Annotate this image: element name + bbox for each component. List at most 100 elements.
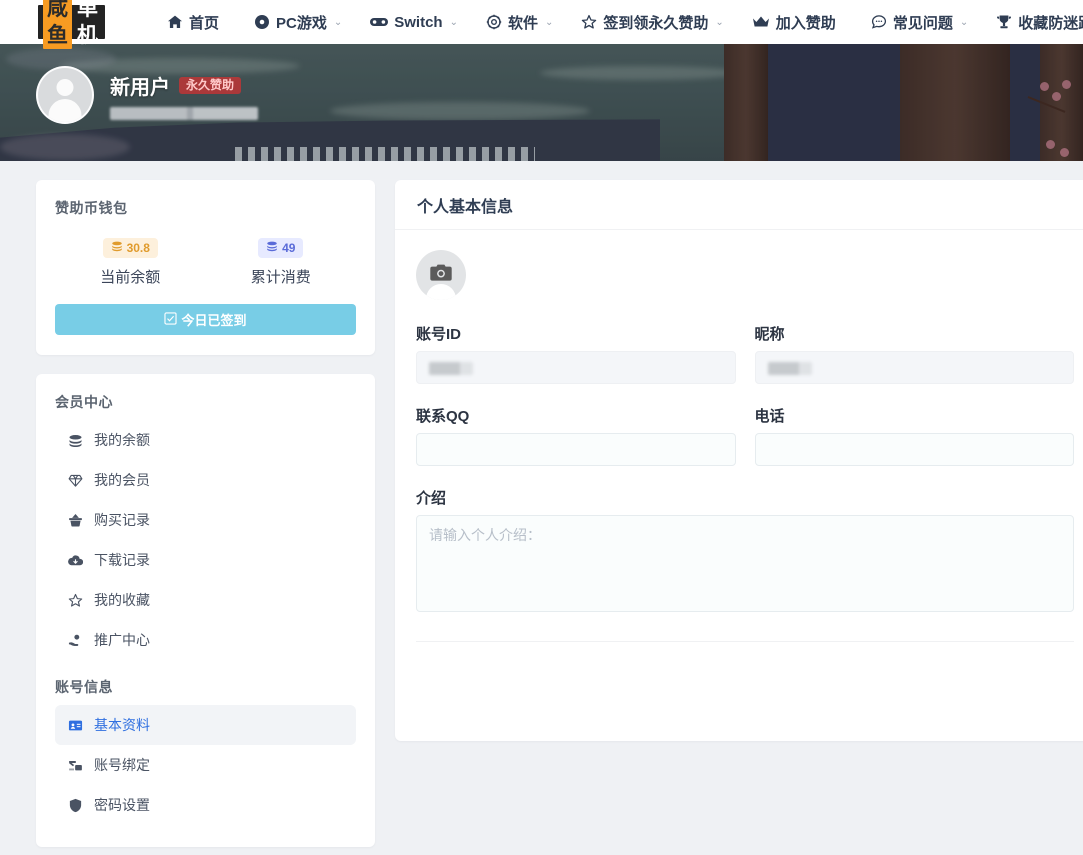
wallet-stats: 30.8 当前余额 49 累计消费 [55, 238, 356, 287]
avatar-upload-button[interactable] [416, 250, 466, 300]
shield-icon [67, 798, 83, 813]
top-navbar: 咸鱼 单机 首页 PC游戏 ⌄ Switch ⌄ 软件 ⌄ 签到领永久赞助 ⌄ … [0, 0, 1083, 49]
nav-label: 加入赞助 [775, 14, 836, 32]
avatar[interactable] [36, 66, 94, 124]
site-logo[interactable]: 咸鱼 单机 [38, 0, 105, 49]
panel-title: 个人基本信息 [395, 180, 1083, 230]
profile-banner: 新用户 永久赞助 [0, 44, 1083, 161]
sidebar-item-label: 购买记录 [94, 512, 150, 529]
nickname-input[interactable] [754, 351, 1074, 384]
sidebar-item-label: 我的收藏 [94, 592, 150, 609]
coins-icon [67, 433, 83, 448]
nav-item-pc-games[interactable]: PC游戏 ⌄ [254, 12, 342, 33]
coins-icon [266, 240, 278, 255]
nav-label: 软件 [507, 14, 538, 32]
intro-textarea[interactable] [416, 515, 1074, 612]
nav-item-bookmark[interactable]: 收藏防迷路 ⌄ [996, 12, 1083, 33]
logo-mark-text: 咸鱼 [43, 0, 72, 49]
trophy-icon [996, 14, 1012, 30]
banner-username: 新用户 [110, 76, 170, 99]
disc-icon [254, 14, 270, 30]
nav-label: 签到领永久赞助 [603, 14, 709, 32]
sidebar-item-my-balance[interactable]: 我的余额 [55, 420, 356, 460]
form-divider [416, 641, 1074, 642]
crown-icon [752, 15, 770, 29]
home-icon [167, 14, 183, 30]
id-card-icon [67, 718, 83, 733]
nav-label: 收藏防迷路 [1018, 14, 1083, 32]
spent-value: 49 [282, 240, 296, 255]
nav-item-join-sponsor[interactable]: 加入赞助 [752, 12, 843, 33]
sidebar-item-purchase-history[interactable]: 购买记录 [55, 500, 356, 540]
balance-badge: 30.8 [102, 238, 158, 259]
label-account-id: 账号ID [416, 326, 462, 343]
nickname-redacted-value [767, 362, 812, 375]
contact-qq-input[interactable] [416, 433, 736, 466]
nav-label: PC游戏 [276, 14, 327, 32]
spent-label: 累计消费 [250, 269, 311, 287]
section-title-account: 账号信息 [55, 679, 113, 696]
sidebar: 赞助币钱包 30.8 当前余额 49 累计消费 今日已签到 会员中心 我的余额 … [36, 180, 375, 848]
sidebar-item-label: 推广中心 [94, 632, 150, 649]
chevron-down-icon: ⌄ [959, 16, 969, 28]
avatar-head-shape [56, 79, 74, 96]
banner-user-block: 新用户 永久赞助 [36, 66, 258, 124]
hand-coin-icon [67, 633, 83, 648]
gem-icon [67, 473, 83, 488]
cloud-download-icon [67, 553, 83, 568]
label-contact-qq: 联系QQ [416, 408, 470, 425]
sidebar-item-my-membership[interactable]: 我的会员 [55, 460, 356, 500]
balance-value: 30.8 [126, 240, 150, 255]
profile-form: 账号ID 昵称 联系QQ 电话 介绍 请输入个人介绍： [395, 230, 1083, 642]
banner-subtitle-redacted [110, 106, 258, 120]
primary-nav: 首页 PC游戏 ⌄ Switch ⌄ 软件 ⌄ 签到领永久赞助 ⌄ 加入赞助 常… [167, 12, 1083, 33]
sidebar-item-promotion-center[interactable]: 推广中心 [55, 620, 356, 660]
nav-item-signin-reward[interactable]: 签到领永久赞助 ⌄ [581, 12, 724, 33]
nav-label: 首页 [189, 14, 220, 32]
gear-icon [486, 14, 502, 30]
sidebar-item-basic-profile[interactable]: 基本资料 [55, 705, 356, 746]
sidebar-menu-card: 会员中心 我的余额 我的会员 购买记录 下载记录 我的收藏 推广中心 账号信息 … [36, 374, 375, 848]
spent-badge: 49 [258, 238, 304, 259]
sidebar-item-label: 基本资料 [94, 717, 150, 734]
star-outline-icon [67, 593, 83, 608]
wallet-title: 赞助币钱包 [55, 200, 128, 216]
chevron-down-icon: ⌄ [333, 16, 343, 28]
account-id-redacted-value [429, 362, 473, 375]
coins-icon [111, 240, 123, 255]
balance-label: 当前余额 [100, 269, 161, 287]
nav-item-faq[interactable]: 常见问题 ⌄ [871, 12, 968, 33]
sidebar-item-label: 下载记录 [94, 552, 150, 569]
phone-input[interactable] [754, 433, 1074, 466]
chevron-down-icon: ⌄ [545, 16, 554, 28]
label-intro: 介绍 [416, 490, 447, 507]
nav-label: 常见问题 [892, 14, 953, 32]
sidebar-item-password-settings[interactable]: 密码设置 [55, 785, 356, 825]
nav-item-switch[interactable]: Switch ⌄ [370, 14, 458, 31]
account-id-input [416, 351, 736, 384]
nav-label: Switch [394, 13, 443, 31]
chevron-down-icon: ⌄ [715, 16, 724, 28]
page-body: 赞助币钱包 30.8 当前余额 49 累计消费 今日已签到 会员中心 我的余额 … [0, 161, 1083, 848]
nav-item-home[interactable]: 首页 [167, 12, 226, 33]
section-title-member: 会员中心 [55, 394, 113, 411]
basket-icon [67, 513, 83, 528]
profile-panel: 个人基本信息 账号ID 昵称 联系QQ 电话 介绍 请输入个人介绍： [395, 180, 1083, 741]
checkbox-checked-icon [164, 312, 178, 328]
comment-icon [871, 14, 887, 30]
star-icon [581, 14, 597, 30]
sidebar-item-download-history[interactable]: 下载记录 [55, 540, 356, 580]
gamepad-icon [370, 15, 389, 29]
wallet-stat-spent: 49 累计消费 [206, 238, 357, 287]
sidebar-item-my-favorites[interactable]: 我的收藏 [55, 580, 356, 620]
nav-item-software[interactable]: 软件 ⌄ [486, 12, 553, 33]
sidebar-item-account-binding[interactable]: 账号绑定 [55, 745, 356, 785]
chevron-down-icon: ⌄ [449, 16, 458, 28]
sidebar-item-label: 我的会员 [94, 472, 150, 489]
sidebar-item-label: 密码设置 [94, 797, 150, 814]
signin-button[interactable]: 今日已签到 [55, 304, 356, 336]
wallet-stat-balance: 30.8 当前余额 [55, 238, 206, 287]
sponsor-badge: 永久赞助 [179, 76, 242, 94]
avatar-body-shape [48, 99, 82, 122]
link-account-icon [67, 758, 83, 773]
